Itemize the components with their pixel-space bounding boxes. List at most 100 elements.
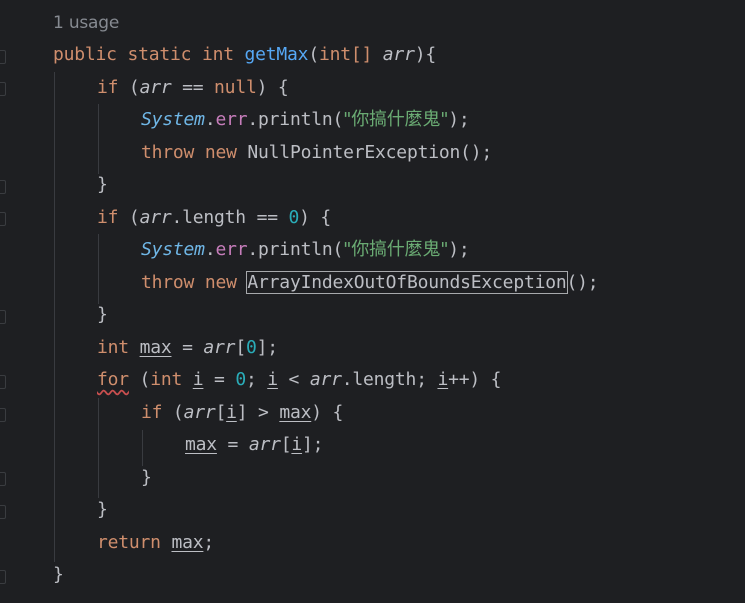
closing-brace: }	[97, 304, 108, 325]
parameter: arr	[139, 207, 172, 228]
loop-variable: i	[226, 402, 237, 423]
method-call: .println(	[247, 239, 344, 260]
keyword: throw	[141, 142, 195, 163]
class-name: System	[141, 239, 205, 260]
property-access: .length ==	[171, 207, 289, 228]
indent-guide	[98, 234, 99, 304]
punctuation: (	[162, 402, 184, 423]
operator: ++	[448, 369, 470, 390]
parameter: arr	[139, 77, 172, 98]
code-line[interactable]: public static int getMax(int[] arr){	[53, 39, 436, 71]
keyword: if	[141, 402, 163, 423]
code-line[interactable]: }	[97, 299, 108, 331]
loop-variable: i	[192, 369, 204, 390]
local-variable: max	[171, 532, 204, 553]
loop-variable: i	[437, 369, 449, 390]
keyword: null	[214, 77, 257, 98]
operator: ] >	[236, 402, 280, 423]
punctuation: );	[448, 109, 470, 130]
fold-icon[interactable]	[0, 408, 6, 422]
punctuation: ) {	[311, 402, 344, 423]
closing-brace: }	[97, 499, 108, 520]
keyword-warning[interactable]: for	[97, 369, 129, 390]
operator: =	[203, 369, 236, 390]
punctuation: ();	[460, 142, 493, 163]
punctuation: (	[308, 44, 319, 65]
local-variable: max	[139, 337, 172, 358]
operator: <	[277, 369, 310, 390]
keyword: int	[150, 369, 183, 390]
fold-icon[interactable]	[0, 212, 6, 226]
class-name: System	[141, 109, 205, 130]
code-line[interactable]: return max;	[97, 527, 214, 559]
punctuation: [	[280, 434, 292, 455]
code-line[interactable]: System.err.println("你搞什麼鬼");	[141, 104, 470, 136]
punctuation: ];	[256, 337, 278, 358]
punctuation: [	[215, 402, 227, 423]
parameter: arr	[309, 369, 342, 390]
code-line[interactable]: }	[97, 169, 108, 201]
code-line[interactable]: for (int i = 0; i < arr.length; i++) {	[97, 364, 502, 396]
code-line[interactable]: if (arr == null) {	[97, 72, 289, 104]
punctuation: (	[128, 207, 140, 228]
operator: =	[171, 337, 204, 358]
usage-hint[interactable]: 1 usage	[53, 7, 119, 39]
parameter: arr	[382, 44, 415, 65]
punctuation: .	[204, 109, 216, 130]
operator: ==	[171, 77, 215, 98]
class-name-highlighted[interactable]: ArrayIndexOutOfBoundsException	[246, 271, 568, 294]
fold-icon[interactable]	[0, 570, 6, 584]
code-line[interactable]: }	[53, 559, 64, 591]
field: err	[215, 109, 248, 130]
method-call: .println(	[247, 109, 344, 130]
indent-guide	[54, 72, 55, 562]
fold-icon[interactable]	[0, 310, 6, 324]
property-access: .length;	[341, 369, 438, 390]
code-line[interactable]: }	[141, 462, 152, 494]
punctuation: ) {	[299, 207, 332, 228]
keyword: int	[201, 44, 234, 65]
code-editor[interactable]: 1 usage public static int getMax(int[] a…	[0, 0, 745, 603]
punctuation: ;	[203, 532, 215, 553]
punctuation: ) {	[256, 77, 289, 98]
class-name: NullPointerException	[247, 142, 461, 163]
number-literal: 0	[288, 207, 300, 228]
keyword: static	[127, 44, 192, 65]
code-line[interactable]: if (arr[i] > max) {	[141, 397, 343, 429]
code-line[interactable]: throw new ArrayIndexOutOfBoundsException…	[141, 267, 599, 299]
indent-guide	[98, 398, 99, 498]
fold-icon[interactable]	[0, 505, 6, 519]
method-name: getMax	[244, 44, 309, 65]
punctuation: ();	[566, 272, 599, 293]
number-literal: 0	[235, 369, 246, 390]
keyword: new	[204, 272, 237, 293]
code-line[interactable]: }	[97, 494, 108, 526]
fold-icon[interactable]	[0, 180, 6, 194]
fold-icon[interactable]	[0, 50, 6, 64]
local-variable: max	[185, 434, 217, 455]
keyword: return	[97, 532, 161, 553]
punctuation: .	[204, 239, 216, 260]
fold-icon[interactable]	[0, 472, 6, 486]
loop-variable: i	[267, 369, 278, 390]
punctuation: (	[128, 369, 151, 390]
string-literal: "你搞什麼鬼"	[343, 109, 449, 130]
fold-icon[interactable]	[0, 82, 6, 96]
punctuation: ){	[414, 44, 436, 65]
punctuation: );	[448, 239, 470, 260]
punctuation: ];	[302, 434, 324, 455]
code-line[interactable]: max = arr[i];	[185, 429, 324, 461]
keyword: public	[53, 44, 117, 65]
keyword: int	[97, 337, 129, 358]
code-line[interactable]: throw new NullPointerException();	[141, 137, 492, 169]
code-line[interactable]: if (arr.length == 0) {	[97, 202, 331, 234]
punctuation: [	[235, 337, 246, 358]
closing-brace: }	[97, 174, 108, 195]
fold-icon[interactable]	[0, 375, 6, 389]
editor-gutter[interactable]	[0, 0, 12, 603]
parameter: arr	[183, 402, 216, 423]
closing-brace: }	[53, 564, 64, 585]
code-line[interactable]: System.err.println("你搞什麼鬼");	[141, 234, 470, 266]
code-line[interactable]: int max = arr[0];	[97, 332, 278, 364]
local-variable: max	[279, 402, 312, 423]
